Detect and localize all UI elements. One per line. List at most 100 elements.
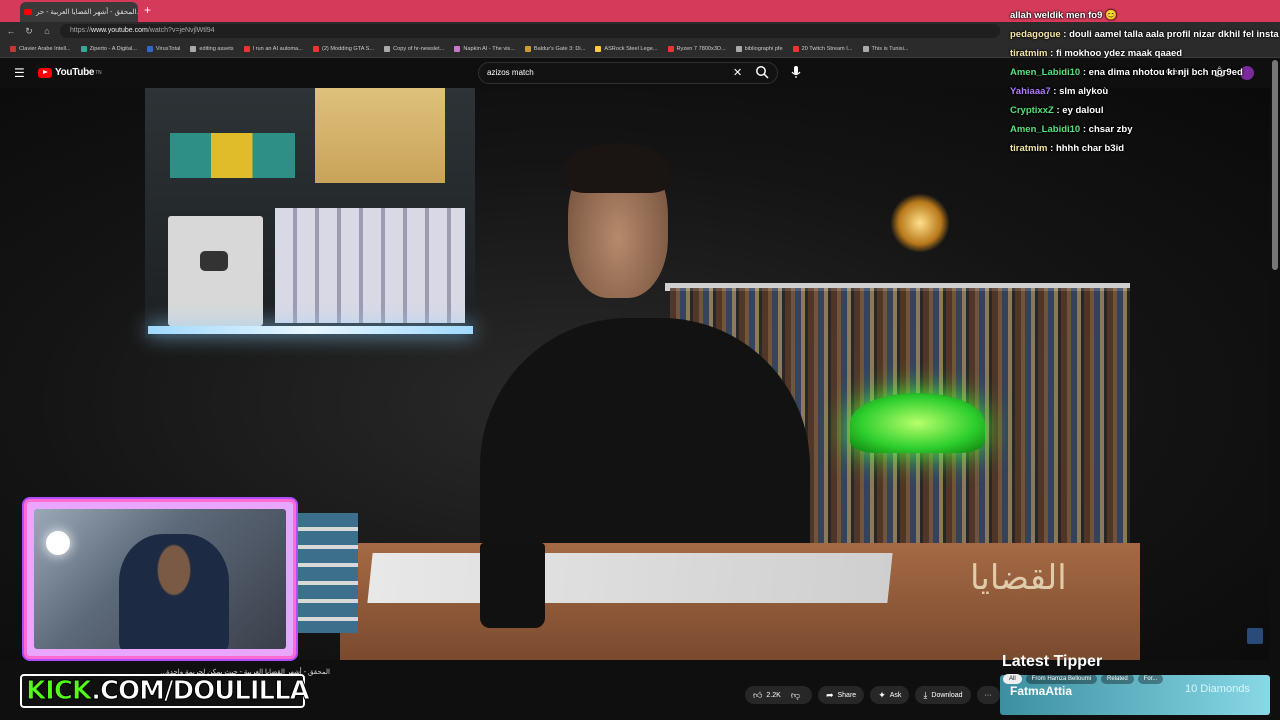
chat-separator: : xyxy=(1047,48,1056,59)
bookmark-item[interactable]: Clavier Arabe Intell... xyxy=(10,45,71,52)
bookmark-item[interactable]: Napkin AI - The vis... xyxy=(454,45,515,52)
bookmark-label: Clavier Arabe Intell... xyxy=(19,45,71,52)
chat-message: pedagogue : douli aamel talla aala profi… xyxy=(1010,25,1280,44)
bookmark-item[interactable]: Copy of hr-newslet... xyxy=(384,45,445,52)
bookmark-label: editing assets xyxy=(199,45,234,52)
youtube-logo[interactable]: YouTube TN xyxy=(38,67,102,78)
kick-channel-banner: KICK.COM/DOULILLA xyxy=(20,674,310,708)
background-binders xyxy=(275,208,465,323)
chat-separator: : xyxy=(1080,124,1089,135)
chat-message: tiratmim : hhhh char b3id xyxy=(1010,139,1280,158)
chat-text: ey daloul xyxy=(1062,105,1104,116)
bookmark-favicon-icon xyxy=(454,45,461,52)
chat-message: Yahiaaa7 : slm alykoù xyxy=(1010,82,1280,101)
desk-books xyxy=(298,513,358,633)
bookmark-item[interactable]: bibliographi pfe xyxy=(735,45,783,52)
back-icon[interactable]: ← xyxy=(4,26,18,36)
chat-message: Amen_Labidi10 : chsar zby xyxy=(1010,120,1280,139)
channel-watermark: القضايا xyxy=(970,558,1067,598)
chat-username: tiratmim xyxy=(1010,143,1048,154)
thumbs-down-icon[interactable]: 👎︎ xyxy=(791,690,800,701)
youtube-logo-text: YouTube xyxy=(55,67,95,78)
bookmark-label: bibliographi pfe xyxy=(744,45,783,52)
microphone-icon[interactable] xyxy=(790,65,802,79)
youtube-favicon-icon xyxy=(24,9,32,15)
bookmark-item[interactable]: Ryzen 7 7800x3D... xyxy=(667,45,726,52)
bookmark-label: VirusTotal xyxy=(155,45,181,52)
new-tab-button[interactable]: + xyxy=(144,3,151,17)
bookmark-item[interactable]: 20 Twitch Stream I... xyxy=(792,45,853,52)
streamer xyxy=(119,534,229,649)
bookmark-favicon-icon xyxy=(667,45,674,52)
chat-message: CryptixxZ : ey daloul xyxy=(1010,101,1280,120)
download-label: Download xyxy=(931,691,963,699)
channel-mini-icon[interactable] xyxy=(1247,628,1263,644)
bookmark-item[interactable]: This is Tunisi... xyxy=(862,45,909,52)
webcam-ring-light xyxy=(46,531,70,555)
chat-username: Amen_Labidi10 xyxy=(1010,124,1081,135)
thumbs-up-icon: 👍︎ xyxy=(753,689,763,700)
share-label: Share xyxy=(837,691,857,699)
share-icon: ➦ xyxy=(825,689,834,700)
bookmark-label: Ryzen 7 7800x3D... xyxy=(676,45,726,52)
kick-prefix: KICK xyxy=(25,676,92,707)
bookmark-label: ASRock Steel Lege... xyxy=(604,45,658,52)
bookmark-item[interactable]: Baldur's Gate 3: Di... xyxy=(524,45,585,52)
youtube-play-icon xyxy=(38,67,52,78)
download-icon: ⤓ xyxy=(923,689,928,700)
chat-text: ena dima nhotou ki nji bch nor9ed xyxy=(1088,67,1243,78)
country-code: TN xyxy=(95,69,102,76)
bookmark-item[interactable]: (2) Modding GTA S... xyxy=(312,45,375,52)
share-button[interactable]: ➦ Share xyxy=(817,686,865,704)
webcam-feed xyxy=(34,509,286,649)
bookmark-favicon-icon xyxy=(595,45,602,52)
bookmark-item[interactable]: ASRock Steel Lege... xyxy=(595,45,658,52)
bookmark-favicon-icon xyxy=(312,45,319,52)
bookmark-label: (2) Modding GTA S... xyxy=(321,45,375,52)
tipper-name: FatmaAttia xyxy=(1010,684,1073,698)
bookmark-label: 20 Twitch Stream I... xyxy=(801,45,853,52)
bookmark-item[interactable]: I run an AI automa... xyxy=(243,45,303,52)
like-button[interactable]: 👍︎ 2.2K 👎︎ xyxy=(745,686,812,704)
background-boxes xyxy=(170,133,295,178)
bookmark-item[interactable]: VirusTotal xyxy=(146,45,181,52)
pen-cup xyxy=(480,543,545,628)
filter-chip[interactable]: For... xyxy=(1137,674,1164,684)
video-action-bar: 👍︎ 2.2K 👎︎ ➦ Share ✦ Ask ⤓ Download ··· xyxy=(745,686,1006,704)
bookmark-label: Copy of hr-newslet... xyxy=(393,45,445,52)
bookmark-favicon-icon xyxy=(792,45,799,52)
url-host: www.youtube.com xyxy=(91,27,148,34)
chat-text: hhhh char b3id xyxy=(1055,143,1125,154)
search-icon[interactable] xyxy=(755,65,769,79)
home-icon[interactable]: ⌂ xyxy=(40,26,54,36)
bookmark-label: Napkin AI - The vis... xyxy=(463,45,515,52)
clear-search-icon[interactable]: ✕ xyxy=(733,66,742,79)
ask-label: Ask xyxy=(889,691,902,699)
ask-button[interactable]: ✦ Ask xyxy=(870,686,910,704)
browser-tab[interactable]: المحقق - أشهر القضايا العربية - حر... × xyxy=(20,2,138,22)
streamer-webcam xyxy=(24,499,296,659)
more-actions-button[interactable]: ··· xyxy=(976,686,1000,704)
chat-separator: : xyxy=(1060,29,1070,40)
latest-tipper-heading: Latest Tipper xyxy=(1002,653,1103,670)
bookmark-label: This is Tunisi... xyxy=(871,45,909,52)
hanging-bulbs xyxy=(890,193,950,253)
tipper-amount: 10 Diamonds xyxy=(1185,683,1250,695)
youtube-play-button-award xyxy=(168,216,263,326)
hamburger-menu-icon[interactable]: ☰ xyxy=(14,66,25,80)
bookmark-item[interactable]: editing assets xyxy=(190,45,234,52)
bookmark-favicon-icon xyxy=(524,45,531,52)
url-field[interactable]: https://www.youtube.com/watch?v=jeNvjlWt… xyxy=(60,24,1000,38)
bookmark-favicon-icon xyxy=(735,45,742,52)
download-button[interactable]: ⤓ Download xyxy=(915,686,971,704)
green-bankers-lamp xyxy=(850,393,985,453)
chat-text: allah weldik men fo9 😊 xyxy=(1010,10,1117,21)
filter-chip[interactable]: From Hamza Belloumi xyxy=(1025,674,1098,684)
bookmark-item[interactable]: Ziperto - A Digital... xyxy=(80,45,137,52)
filter-chip[interactable]: All xyxy=(1003,674,1022,684)
background-binders-top xyxy=(315,88,445,183)
bookmark-label: Ziperto - A Digital... xyxy=(89,45,137,52)
bookmark-favicon-icon xyxy=(146,45,153,52)
filter-chip[interactable]: Related xyxy=(1101,674,1134,684)
reload-icon[interactable]: ↻ xyxy=(22,26,36,37)
